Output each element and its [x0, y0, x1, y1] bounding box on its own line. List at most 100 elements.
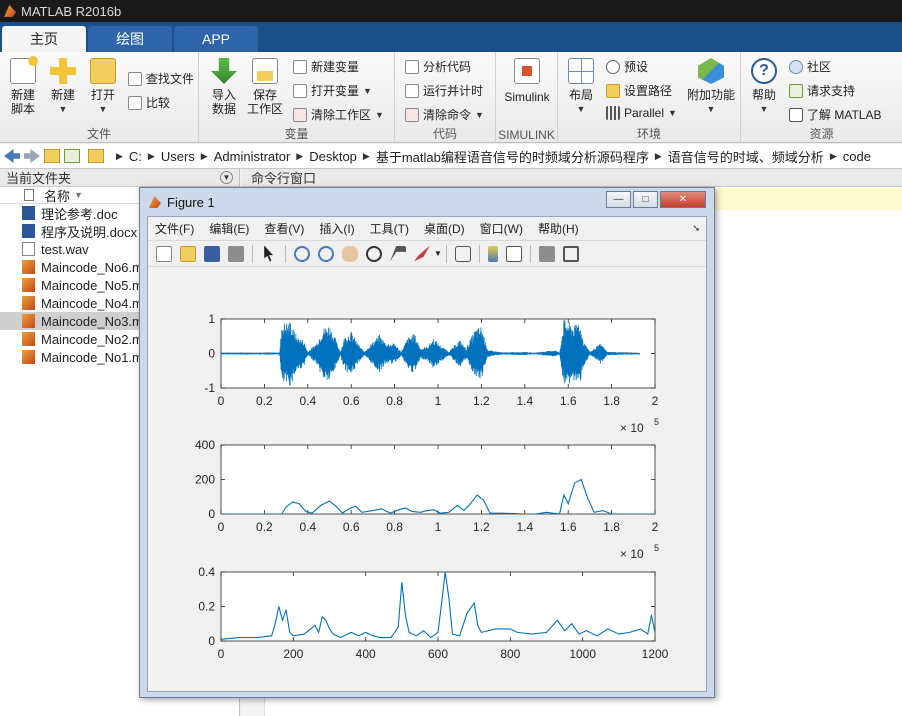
plus-icon — [50, 58, 76, 84]
figure-body: 文件(F) 编辑(E) 查看(V) 插入(I) 工具(T) 桌面(D) 窗口(W… — [147, 216, 707, 692]
menu-view[interactable]: 查看(V) — [264, 220, 304, 237]
menu-overflow-icon[interactable]: ➘ — [692, 223, 700, 234]
legend-icon[interactable] — [505, 245, 522, 262]
rotate-icon[interactable] — [366, 245, 382, 262]
y-tick-label: 0.2 — [198, 600, 215, 614]
m-file-icon — [22, 332, 35, 346]
zoom-in-icon[interactable] — [294, 245, 310, 262]
set-path-label: 设置路径 — [624, 84, 673, 98]
menu-help[interactable]: 帮助(H) — [538, 220, 579, 237]
compare-button[interactable]: 比较 — [128, 94, 170, 111]
clear-workspace-icon — [293, 107, 307, 122]
x-exponent-power: 5 — [654, 543, 659, 553]
breadcrumb-item[interactable]: C: — [129, 149, 142, 164]
forward-arrow-icon[interactable] — [24, 149, 40, 163]
print-icon[interactable] — [228, 245, 244, 262]
show-plot-tools-icon[interactable] — [562, 245, 579, 262]
find-files-button[interactable]: 查找文件 — [128, 70, 194, 87]
new-variable-button[interactable]: 新建变量 — [293, 58, 359, 75]
layout-icon — [568, 58, 594, 84]
open-icon[interactable] — [180, 245, 196, 262]
up-folder-icon[interactable] — [44, 149, 60, 163]
minimize-button[interactable]: — — [606, 191, 631, 208]
simulink-button[interactable]: Simulink — [502, 58, 552, 104]
panel-menu-icon[interactable]: ▼ — [220, 171, 233, 184]
m-file-icon — [22, 296, 35, 310]
new-script-button[interactable]: 新建 脚本 — [6, 56, 40, 116]
command-window-header: 命令行窗口 — [241, 169, 902, 187]
clear-workspace-button[interactable]: 清除工作区 ▼ — [293, 106, 384, 123]
new-figure-icon[interactable] — [156, 245, 172, 262]
x-tick-label: 1200 — [642, 647, 669, 661]
brush-icon[interactable] — [414, 245, 430, 262]
open-button[interactable]: 打开 ▼ — [86, 58, 120, 116]
breadcrumb-item[interactable]: code — [843, 149, 871, 164]
hide-plot-tools-icon[interactable] — [538, 245, 555, 262]
data-cursor-icon[interactable] — [390, 245, 406, 262]
import-label: 导入 数据 — [211, 88, 236, 116]
back-arrow-icon[interactable] — [4, 149, 20, 163]
set-path-button[interactable]: 设置路径 — [606, 82, 672, 99]
help-button[interactable]: ? 帮助 ▼ — [749, 58, 779, 116]
learn-icon — [789, 107, 803, 122]
community-button[interactable]: 社区 — [789, 58, 831, 75]
x-tick-label: 1 — [435, 520, 442, 534]
addons-icon — [698, 58, 724, 84]
pan-icon[interactable] — [342, 245, 358, 262]
learn-matlab-button[interactable]: 了解 MATLAB — [789, 106, 881, 123]
code-group-title: 代码 — [432, 127, 457, 141]
file-type-icon — [24, 189, 34, 201]
menu-edit[interactable]: 编辑(E) — [209, 220, 249, 237]
layout-button[interactable]: 布局 ▼ — [564, 58, 598, 116]
save-icon[interactable] — [204, 245, 220, 262]
resources-group-title: 资源 — [809, 127, 834, 141]
folder-icon — [88, 149, 104, 163]
menu-desktop[interactable]: 桌面(D) — [424, 220, 465, 237]
tab-apps[interactable]: APP — [174, 26, 259, 52]
new-variable-icon — [293, 59, 307, 74]
menu-file[interactable]: 文件(F) — [155, 220, 194, 237]
breadcrumb-item[interactable]: Users — [161, 149, 195, 164]
breadcrumb-item[interactable]: 语音信号的时域、频域分析 — [668, 147, 824, 166]
colorbar-icon[interactable] — [487, 245, 498, 262]
simulink-group: Simulink SIMULINK — [496, 52, 558, 143]
x-tick-label: 1.8 — [603, 520, 620, 534]
figure-menubar: 文件(F) 编辑(E) 查看(V) 插入(I) 工具(T) 桌面(D) 窗口(W… — [148, 217, 706, 241]
breadcrumb-item[interactable]: Administrator — [214, 149, 291, 164]
m-file-icon — [22, 260, 35, 274]
addons-button[interactable]: 附加功能 ▼ — [686, 58, 736, 116]
link-icon[interactable] — [454, 245, 471, 262]
x-tick-label: 400 — [356, 647, 376, 661]
preferences-button[interactable]: 预设 — [606, 58, 648, 75]
menu-window[interactable]: 窗口(W) — [480, 220, 523, 237]
menu-tools[interactable]: 工具(T) — [370, 220, 409, 237]
browse-folder-icon[interactable] — [64, 149, 80, 163]
new-label: 新建 — [50, 88, 75, 102]
open-variable-icon — [293, 83, 307, 98]
x-tick-label: 1000 — [569, 647, 596, 661]
new-variable-label: 新建变量 — [311, 60, 360, 74]
breadcrumb-item[interactable]: Desktop — [309, 149, 357, 164]
new-script-label: 新建 脚本 — [10, 88, 35, 116]
new-button[interactable]: 新建 ▼ — [46, 58, 80, 116]
clear-commands-button[interactable]: 清除命令 ▼ — [405, 106, 484, 123]
zoom-out-icon[interactable] — [318, 245, 334, 262]
close-button[interactable]: ✕ — [660, 191, 706, 208]
maximize-button[interactable]: □ — [633, 191, 658, 208]
menu-insert[interactable]: 插入(I) — [319, 220, 354, 237]
y-tick-label: -1 — [204, 381, 215, 395]
gear-icon — [606, 59, 620, 74]
import-data-button[interactable]: 导入 数据 — [207, 58, 241, 116]
tab-home[interactable]: 主页 — [2, 26, 86, 52]
analyze-code-button[interactable]: 分析代码 — [405, 58, 471, 75]
brush-dropdown-icon[interactable]: ▼ — [434, 249, 442, 258]
tab-plots[interactable]: 绘图 — [88, 26, 172, 52]
pointer-icon[interactable] — [264, 245, 273, 262]
figure-canvas[interactable]: 0 0.2 0.4 0.6 0.8 1 1.2 1.4 1.6 1.8 210-1× 10 50 0.2… — [148, 267, 706, 691]
breadcrumb-item[interactable]: 基于matlab编程语音信号的时频域分析源码程序 — [376, 147, 649, 166]
open-variable-button[interactable]: 打开变量 ▼ — [293, 82, 372, 99]
save-workspace-button[interactable]: 保存 工作区 — [247, 58, 283, 116]
parallel-button[interactable]: Parallel ▼ — [606, 106, 677, 120]
request-support-button[interactable]: 请求支持 — [789, 82, 855, 99]
run-and-time-button[interactable]: 运行并计时 — [405, 82, 483, 99]
